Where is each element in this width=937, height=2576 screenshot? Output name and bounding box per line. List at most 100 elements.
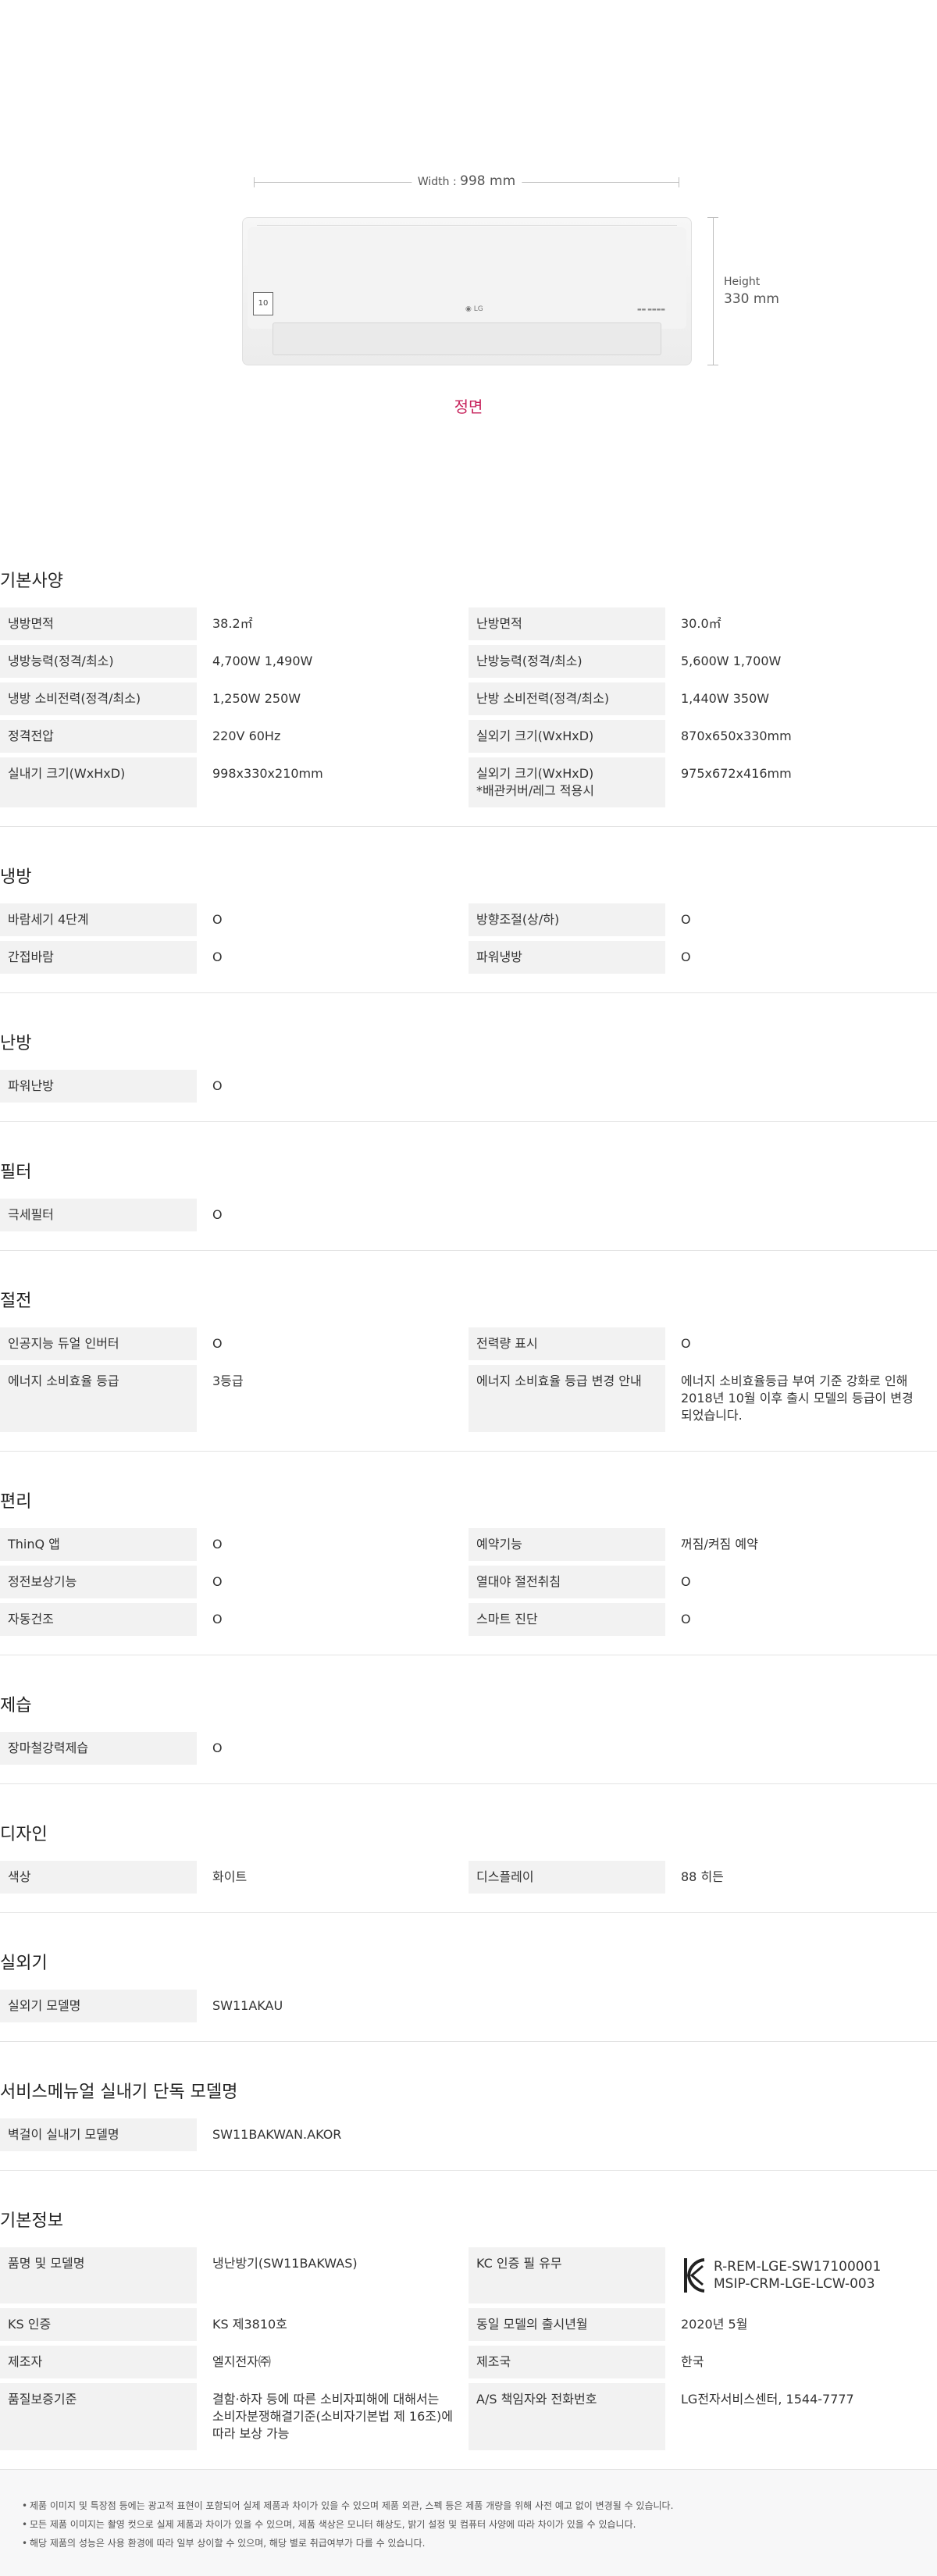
spec-value: O — [212, 950, 223, 964]
spec-row — [468, 1990, 937, 2022]
spec-row: 동일 모델의 출시년월 2020년 5월 — [468, 2308, 937, 2341]
spec-key: 전력량 표시 — [468, 1327, 665, 1360]
spec-key: 난방 소비전력(정격/최소) — [468, 682, 665, 715]
spec-row: 정전보상기능 O — [0, 1566, 468, 1598]
spec-value: 한국 — [681, 2354, 704, 2369]
section-title: 편리 — [0, 1492, 32, 1512]
spec-value: O — [681, 1612, 691, 1626]
section-title: 디자인 — [0, 1825, 48, 1844]
disclaimer-note: 제품 이미지 및 특장점 등에는 광고적 표현이 포함되어 실제 제품과 차이가… — [22, 2496, 915, 2515]
spec-row: 냉방 소비전력(정격/최소) 1,250W 250W — [0, 682, 468, 715]
spec-value: O — [212, 1612, 223, 1626]
spec-value: 5,600W 1,700W — [681, 654, 782, 668]
spec-value: 3등급 — [212, 1374, 244, 1388]
spec-row: 파워난방 O — [0, 1070, 468, 1103]
width-label: Width : 998 mm — [411, 173, 522, 189]
spec-key: 실외기 크기(WxHxD) — [468, 720, 665, 753]
spec-key: 벽걸이 실내기 모델명 — [0, 2118, 197, 2151]
spec-value: R-REM-LGE-SW17100001 MSIP-CRM-LGE-LCW-00… — [665, 2247, 937, 2303]
spec-row: 스마트 진단 O — [468, 1603, 937, 1636]
spec-key: 제조자 — [0, 2346, 197, 2378]
spec-grid: ThinQ 앱 O 예약기능 꺼짐/켜짐 예약 정전보상기능 O 열대야 절전취침 O 자동건조… — [0, 1528, 937, 1636]
spec-value: SW11BAKWAN.AKOR — [212, 2127, 342, 2142]
spec-row: 정격전압 220V 60Hz — [0, 720, 468, 753]
spec-key: 에너지 소비효율 등급 변경 안내 — [468, 1365, 665, 1432]
spec-key: 냉방능력(정격/최소) — [0, 645, 197, 678]
section-title: 난방 — [0, 1034, 32, 1053]
spec-key: ThinQ 앱 — [0, 1528, 197, 1561]
spec-key: 인공지능 듀얼 인버터 — [0, 1327, 197, 1360]
spec-grid: 인공지능 듀얼 인버터 O 전력량 표시 O 에너지 소비효율 등급 3등급 에너지 소비효… — [0, 1327, 937, 1432]
spec-row: 냉방면적 38.2㎡ — [0, 607, 468, 640]
spec-key: 난방능력(정격/최소) — [468, 645, 665, 678]
height-dimension-line — [713, 217, 714, 365]
spec-row: A/S 책임자와 전화번호 LG전자서비스센터, 1544-7777 — [468, 2383, 937, 2450]
section-title: 절전 — [0, 1292, 32, 1311]
height-label-title: Height — [724, 276, 761, 288]
spec-value: 38.2㎡ — [212, 616, 253, 631]
spec-section: 서비스메뉴얼 실내기 단독 모델명 벽걸이 실내기 모델명 SW11BAKWAN.A… — [0, 2042, 937, 2171]
spec-section: 절전 인공지능 듀얼 인버터 O 전력량 표시 O 에너지 소비효율 등급 3등급 에너지 소… — [0, 1251, 937, 1452]
spec-value: O — [212, 1740, 223, 1755]
spec-row: 방향조절(상/하) O — [468, 903, 937, 936]
unit-air-vent — [273, 322, 661, 355]
spec-value: 엘지전자㈜ — [212, 2354, 271, 2369]
kc-certification-numbers: R-REM-LGE-SW17100001 MSIP-CRM-LGE-LCW-00… — [714, 2259, 882, 2292]
spec-row: 제조국 한국 — [468, 2346, 937, 2378]
spec-grid: 색상 화이트 디스플레이 88 히든 — [0, 1861, 937, 1894]
spec-section: 필터 극세필터 O — [0, 1122, 937, 1251]
unit-top-rim — [257, 218, 677, 226]
spec-value: 결함·하자 등에 따른 소비자피해에 대해서는 소비자분쟁해결기준(소비자기본법… — [212, 2392, 453, 2441]
spec-row: 냉방능력(정격/최소) 4,700W 1,490W — [0, 645, 468, 678]
spec-value: 1,250W 250W — [212, 691, 301, 706]
spec-grid: 바람세기 4단계 O 방향조절(상/하) O 간접바람 O 파워냉방 O — [0, 903, 937, 974]
spec-value: 975x672x416mm — [681, 766, 792, 781]
spec-value: 30.0㎡ — [681, 616, 721, 631]
spec-key: 방향조절(상/하) — [468, 903, 665, 936]
spec-row: KC 인증 필 유무 R-REM-LGE-SW17100001 MSIP-CRM-… — [468, 2247, 937, 2303]
spec-row: 제조자 엘지전자㈜ — [0, 2346, 468, 2378]
spec-row: 파워냉방 O — [468, 941, 937, 974]
spec-grid: 품명 및 모델명 냉난방기(SW11BAKWAS) KC 인증 필 유무 R-REM-… — [0, 2247, 937, 2450]
spec-value: O — [681, 912, 691, 927]
unit-front-panel — [248, 227, 686, 329]
spec-grid: 냉방면적 38.2㎡ 난방면적 30.0㎡ 냉방능력(정격/최소) 4,700W 1,49… — [0, 607, 937, 807]
spec-section: 제습 장마철강력제습 O — [0, 1655, 937, 1784]
spec-value: 870x650x330mm — [681, 729, 792, 743]
spec-sections: 기본사양냉방면적 38.2㎡ 난방면적 30.0㎡ 냉방능력(정격/최소) 4,700W … — [0, 476, 937, 2470]
spec-grid: 실외기 모델명 SW11AKAU — [0, 1990, 937, 2022]
spec-value: O — [681, 950, 691, 964]
disclaimer-note: 해당 제품의 성능은 사용 환경에 따라 일부 상이할 수 있으며, 해당 별로… — [22, 2534, 915, 2553]
section-title: 기본정보 — [0, 2211, 63, 2231]
spec-value: O — [212, 1336, 223, 1351]
section-title: 실외기 — [0, 1954, 48, 1973]
spec-section: 기본정보품명 및 모델명 냉난방기(SW11BAKWAS) KC 인증 필 유무 R-… — [0, 2171, 937, 2470]
spec-row: 바람세기 4단계 O — [0, 903, 468, 936]
spec-row: 에너지 소비효율 등급 변경 안내 에너지 소비효율등급 부여 기준 강화로 인해… — [468, 1365, 937, 1432]
spec-row: 난방능력(정격/최소) 5,600W 1,700W — [468, 645, 937, 678]
spec-section: 실외기실외기 모델명 SW11AKAU — [0, 1913, 937, 2042]
spec-key: 디스플레이 — [468, 1861, 665, 1894]
spec-key: 자동건조 — [0, 1603, 197, 1636]
section-title: 기본사양 — [0, 572, 63, 591]
spec-key: 실외기 모델명 — [0, 1990, 197, 2022]
spec-value: O — [212, 1207, 223, 1222]
spec-row: 품명 및 모델명 냉난방기(SW11BAKWAS) — [0, 2247, 468, 2303]
spec-row: 전력량 표시 O — [468, 1327, 937, 1360]
section-title: 냉방 — [0, 868, 32, 887]
spec-section: 편리 ThinQ 앱 O 예약기능 꺼짐/켜짐 예약 정전보상기능 O 열대야 절전취침 O 자동… — [0, 1452, 937, 1655]
spec-section: 기본사양냉방면적 38.2㎡ 난방면적 30.0㎡ 냉방능력(정격/최소) 4,700W … — [0, 476, 937, 827]
spec-value: 에너지 소비효율등급 부여 기준 강화로 인해 2018년 10월 이후 출시 … — [681, 1374, 914, 1423]
spec-value: 1,440W 350W — [681, 691, 770, 706]
height-label: Height 330 mm — [724, 273, 779, 308]
product-hero: Width : 998 mm 10 ◉ LG ▬▬ ▬▬▬▬ Height 33… — [0, 0, 937, 476]
spec-key: 난방면적 — [468, 607, 665, 640]
spec-key: 간접바람 — [0, 941, 197, 974]
spec-value: O — [212, 1574, 223, 1589]
spec-key: 품명 및 모델명 — [0, 2247, 197, 2303]
height-label-value: 330 mm — [724, 291, 779, 307]
spec-grid: 파워난방 O — [0, 1070, 937, 1103]
spec-key: 냉방 소비전력(정격/최소) — [0, 682, 197, 715]
spec-row: 실외기 크기(WxHxD) 870x650x330mm — [468, 720, 937, 753]
spec-value: 냉난방기(SW11BAKWAS) — [212, 2256, 358, 2271]
